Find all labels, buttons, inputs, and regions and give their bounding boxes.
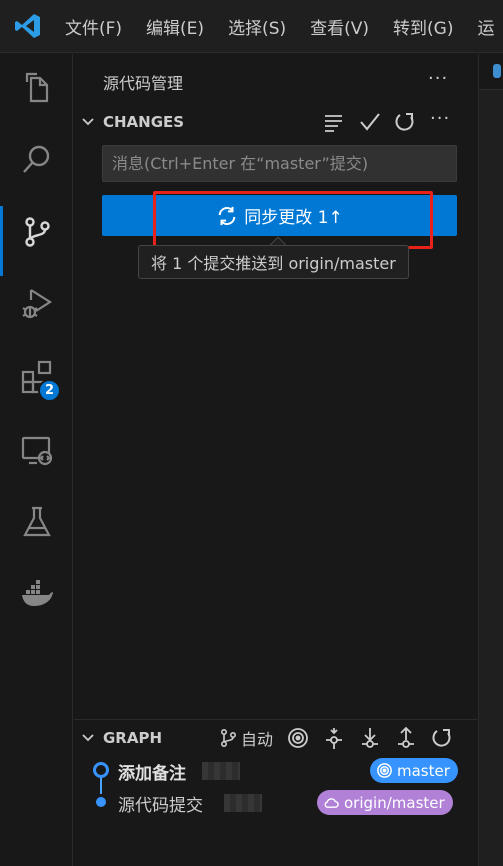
cloud-icon	[324, 798, 339, 808]
graph-auto-button[interactable]: 自动	[218, 726, 273, 750]
menu-selection[interactable]: 选择(S)	[228, 14, 286, 39]
chevron-down-icon	[82, 118, 94, 126]
changes-label: CHANGES	[103, 113, 185, 131]
commit-message: 源代码提交	[118, 796, 203, 816]
sync-button-label: 同步更改 1↑	[244, 208, 343, 228]
target-icon[interactable]	[286, 726, 310, 750]
redacted-author	[202, 762, 240, 780]
editor-tab[interactable]	[479, 54, 503, 90]
source-control-sidebar: 源代码管理 ··· CHANGES ··· 同步更改 1↑ 将 1 个提交推送到…	[74, 54, 477, 866]
push-icon[interactable]	[394, 726, 418, 750]
ref-label: master	[397, 761, 450, 780]
redacted-author	[224, 794, 262, 812]
graph-divider	[74, 719, 477, 720]
files-icon	[25, 72, 48, 103]
ref-label: origin/master	[344, 793, 445, 812]
changes-section-header[interactable]: CHANGES ···	[74, 108, 477, 136]
sidebar-title: 源代码管理	[103, 74, 184, 93]
commit-message: 添加备注	[118, 764, 186, 784]
pull-icon[interactable]	[358, 726, 382, 750]
view-as-list-icon[interactable]	[322, 110, 346, 134]
activity-bar: 2	[0, 54, 73, 866]
menu-file[interactable]: 文件(F)	[65, 14, 122, 39]
sync-changes-button[interactable]: 同步更改 1↑	[102, 195, 457, 236]
editor-area	[478, 54, 503, 866]
activity-remote-explorer[interactable]	[0, 420, 73, 480]
tooltip-text: 将 1 个提交推送到 origin/master	[151, 254, 396, 273]
graph-auto-label: 自动	[241, 730, 274, 749]
flask-icon	[22, 506, 51, 537]
changes-more-actions-icon[interactable]: ···	[430, 108, 450, 129]
sidebar-more-actions-icon[interactable]: ···	[428, 68, 448, 89]
menu-view[interactable]: 查看(V)	[310, 14, 369, 39]
graph-commit-row[interactable]: 添加备注 master	[74, 756, 477, 784]
ref-badge-origin-master: origin/master	[317, 790, 453, 815]
branch-icon	[220, 728, 237, 748]
menu-edit[interactable]: 编辑(E)	[146, 14, 204, 39]
target-icon	[377, 763, 392, 778]
activity-source-control[interactable]	[0, 202, 73, 276]
remote-explorer-icon	[21, 436, 52, 466]
source-control-icon	[24, 217, 50, 247]
run-debug-icon	[21, 289, 52, 319]
menu-run[interactable]: 运	[477, 14, 494, 39]
activity-explorer[interactable]	[0, 58, 73, 118]
graph-label: GRAPH	[103, 729, 163, 747]
vscode-logo-icon	[15, 14, 40, 38]
graph-commit-row[interactable]: 源代码提交 origin/master	[74, 788, 477, 816]
docker-icon	[21, 580, 53, 606]
file-type-icon	[493, 64, 501, 78]
menu-go[interactable]: 转到(G)	[393, 14, 453, 39]
activity-run-debug[interactable]	[0, 274, 73, 334]
search-icon	[22, 145, 49, 173]
fetch-icon[interactable]	[322, 726, 346, 750]
chevron-down-icon	[82, 734, 94, 742]
sync-icon	[218, 206, 236, 225]
ref-badge-master: master	[370, 758, 458, 783]
activity-search[interactable]	[0, 130, 73, 190]
activity-testing[interactable]	[0, 492, 73, 552]
sync-tooltip: 将 1 个提交推送到 origin/master	[138, 245, 409, 279]
title-bar: 文件(F) 编辑(E) 选择(S) 查看(V) 转到(G) 运	[0, 0, 503, 53]
refresh-icon[interactable]	[393, 110, 417, 134]
extensions-badge: 2	[38, 379, 61, 402]
commit-message-input[interactable]	[102, 145, 457, 182]
commit-check-icon[interactable]	[358, 110, 382, 134]
graph-refresh-icon[interactable]	[430, 726, 454, 750]
activity-docker[interactable]	[0, 564, 73, 624]
activity-extensions[interactable]: 2	[0, 346, 73, 406]
graph-section-header[interactable]: GRAPH 自动	[74, 726, 477, 752]
menu-bar: 文件(F) 编辑(E) 选择(S) 查看(V) 转到(G) 运	[65, 0, 503, 53]
